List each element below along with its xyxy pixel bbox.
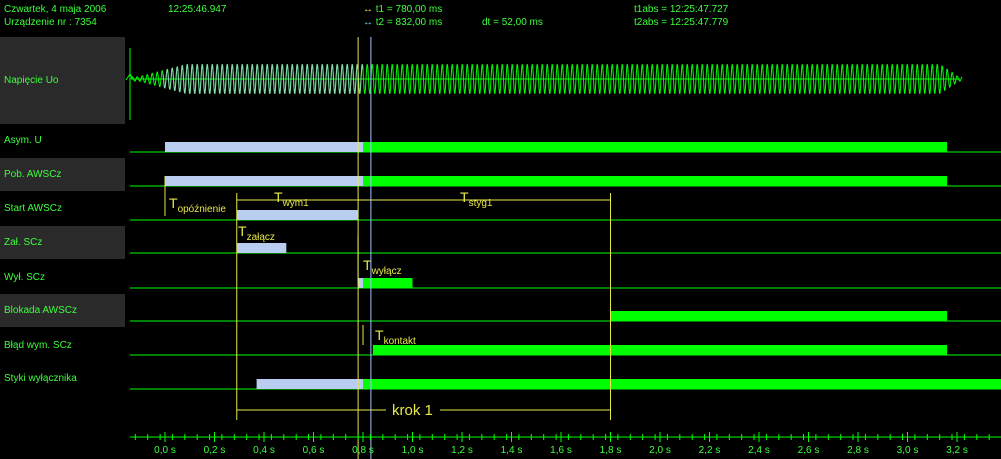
axis-tick-label: 1,0 s (402, 445, 424, 456)
axis-tick-label: 2,6 s (798, 445, 820, 456)
axis-tick-label: 2,0 s (649, 445, 671, 456)
axis-tick-label: 2,4 s (748, 445, 770, 456)
waveform-chart[interactable]: Topóźnienie Twym1 Tstyg1 Tzałącz Twyłącz Tkon… (0, 0, 1001, 459)
annotation-zalacz: Tzałącz (238, 223, 275, 243)
axis-tick-label: 0,0 s (154, 445, 176, 456)
axis-tick-label: 3,0 s (897, 445, 919, 456)
signal-bar-wyl-0[interactable] (358, 278, 363, 288)
signal-bar-asym-1[interactable] (363, 142, 948, 152)
signal-bar-styki-1[interactable] (363, 379, 1001, 389)
axis-tick-label: 0,8 s (352, 445, 374, 456)
axis-tick-label: 0,6 s (303, 445, 325, 456)
signal-bar-asym-0[interactable] (165, 142, 363, 152)
axis-tick-label: 2,2 s (699, 445, 721, 456)
axis-tick-label: 1,4 s (501, 445, 523, 456)
signal-bar-blad-0[interactable] (372, 345, 948, 355)
axis-tick-label: 0,2 s (204, 445, 226, 456)
signal-bar-pob-0[interactable] (165, 176, 363, 186)
annotation-kontakt: Tkontakt (375, 327, 416, 347)
axis-tick-label: 1,2 s (451, 445, 473, 456)
axis-tick-label: 1,8 s (600, 445, 622, 456)
analog-waveform-pre (162, 64, 364, 94)
axis-tick-label: 0,4 s (253, 445, 275, 456)
krok-label: krok 1 (392, 402, 433, 419)
axis-tick-label: 3,2 s (946, 445, 968, 456)
annotation-styg1: Tstyg1 (460, 189, 493, 209)
annotation-wylacz: Twyłącz (363, 257, 402, 277)
signal-bar-zal-0[interactable] (236, 243, 287, 253)
signal-bar-pob-1[interactable] (363, 176, 948, 186)
axis-tick-label: 2,8 s (847, 445, 869, 456)
signal-bar-start-0[interactable] (236, 210, 359, 220)
annotation-opoznienie: Topóźnienie (169, 195, 226, 215)
signal-bar-blokada-0[interactable] (610, 311, 948, 321)
signal-bar-styki-0[interactable] (256, 379, 363, 389)
annotation-wym1: Twym1 (274, 189, 309, 209)
axis-tick-label: 1,6 s (550, 445, 572, 456)
